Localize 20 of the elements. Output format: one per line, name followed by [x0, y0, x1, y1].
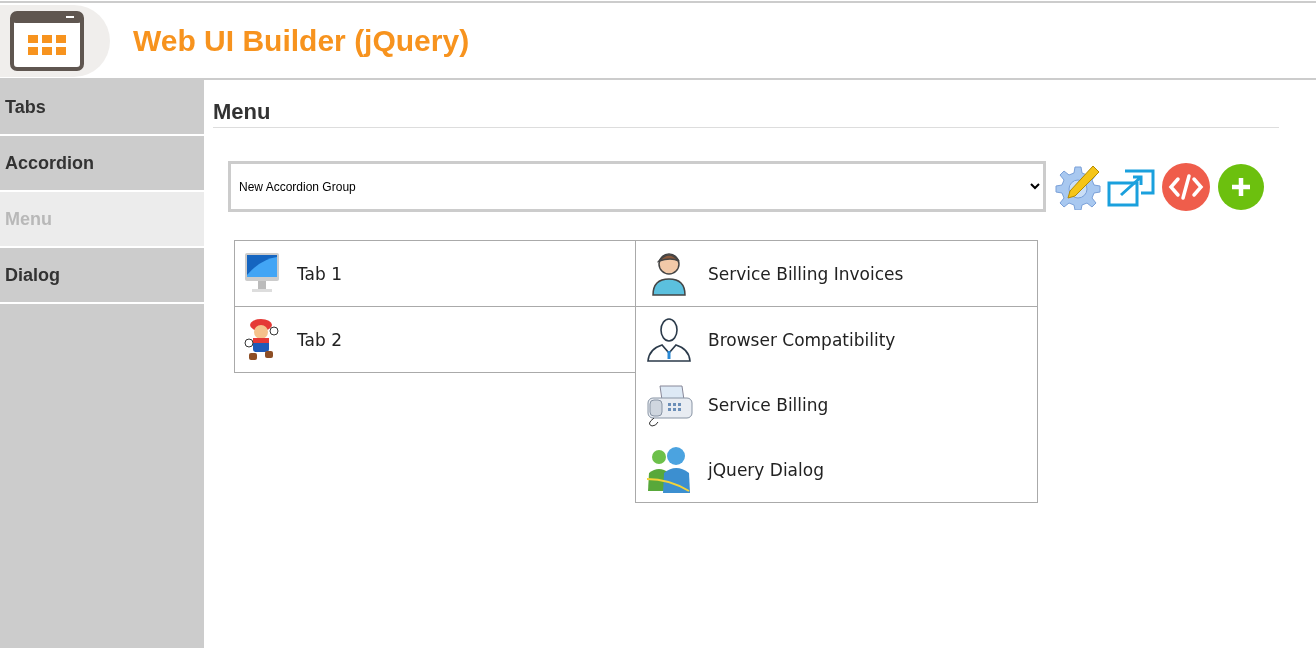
tab-entry[interactable]: Tab 1 [234, 240, 635, 307]
group-dropdown[interactable]: New Accordion Group [228, 161, 1046, 212]
tab-entry[interactable]: Tab 2 [234, 307, 635, 373]
app-title: Web UI Builder (jQuery) [133, 23, 470, 58]
settings-pencil-icon[interactable] [1055, 165, 1101, 210]
two-people-icon [646, 446, 690, 493]
app-window-grid-icon [10, 10, 84, 71]
cartoon-figure-icon [244, 318, 279, 360]
submenu-heading[interactable]: Service Billing Invoices [636, 241, 1037, 307]
submenu-entry[interactable]: jQuery Dialog [636, 437, 1037, 502]
code-icon[interactable] [1162, 162, 1210, 211]
user-outline-icon [647, 317, 691, 362]
popout-window-icon[interactable] [1107, 169, 1155, 206]
add-icon[interactable] [1218, 163, 1264, 210]
fax-machine-icon [647, 385, 693, 426]
submenu-entry[interactable]: Browser Compatibility [636, 307, 1037, 372]
section-title: Menu [213, 99, 1279, 128]
person-icon [652, 252, 686, 296]
monitor-icon [245, 252, 279, 292]
submenu-entry[interactable]: Service Billing [636, 372, 1037, 437]
